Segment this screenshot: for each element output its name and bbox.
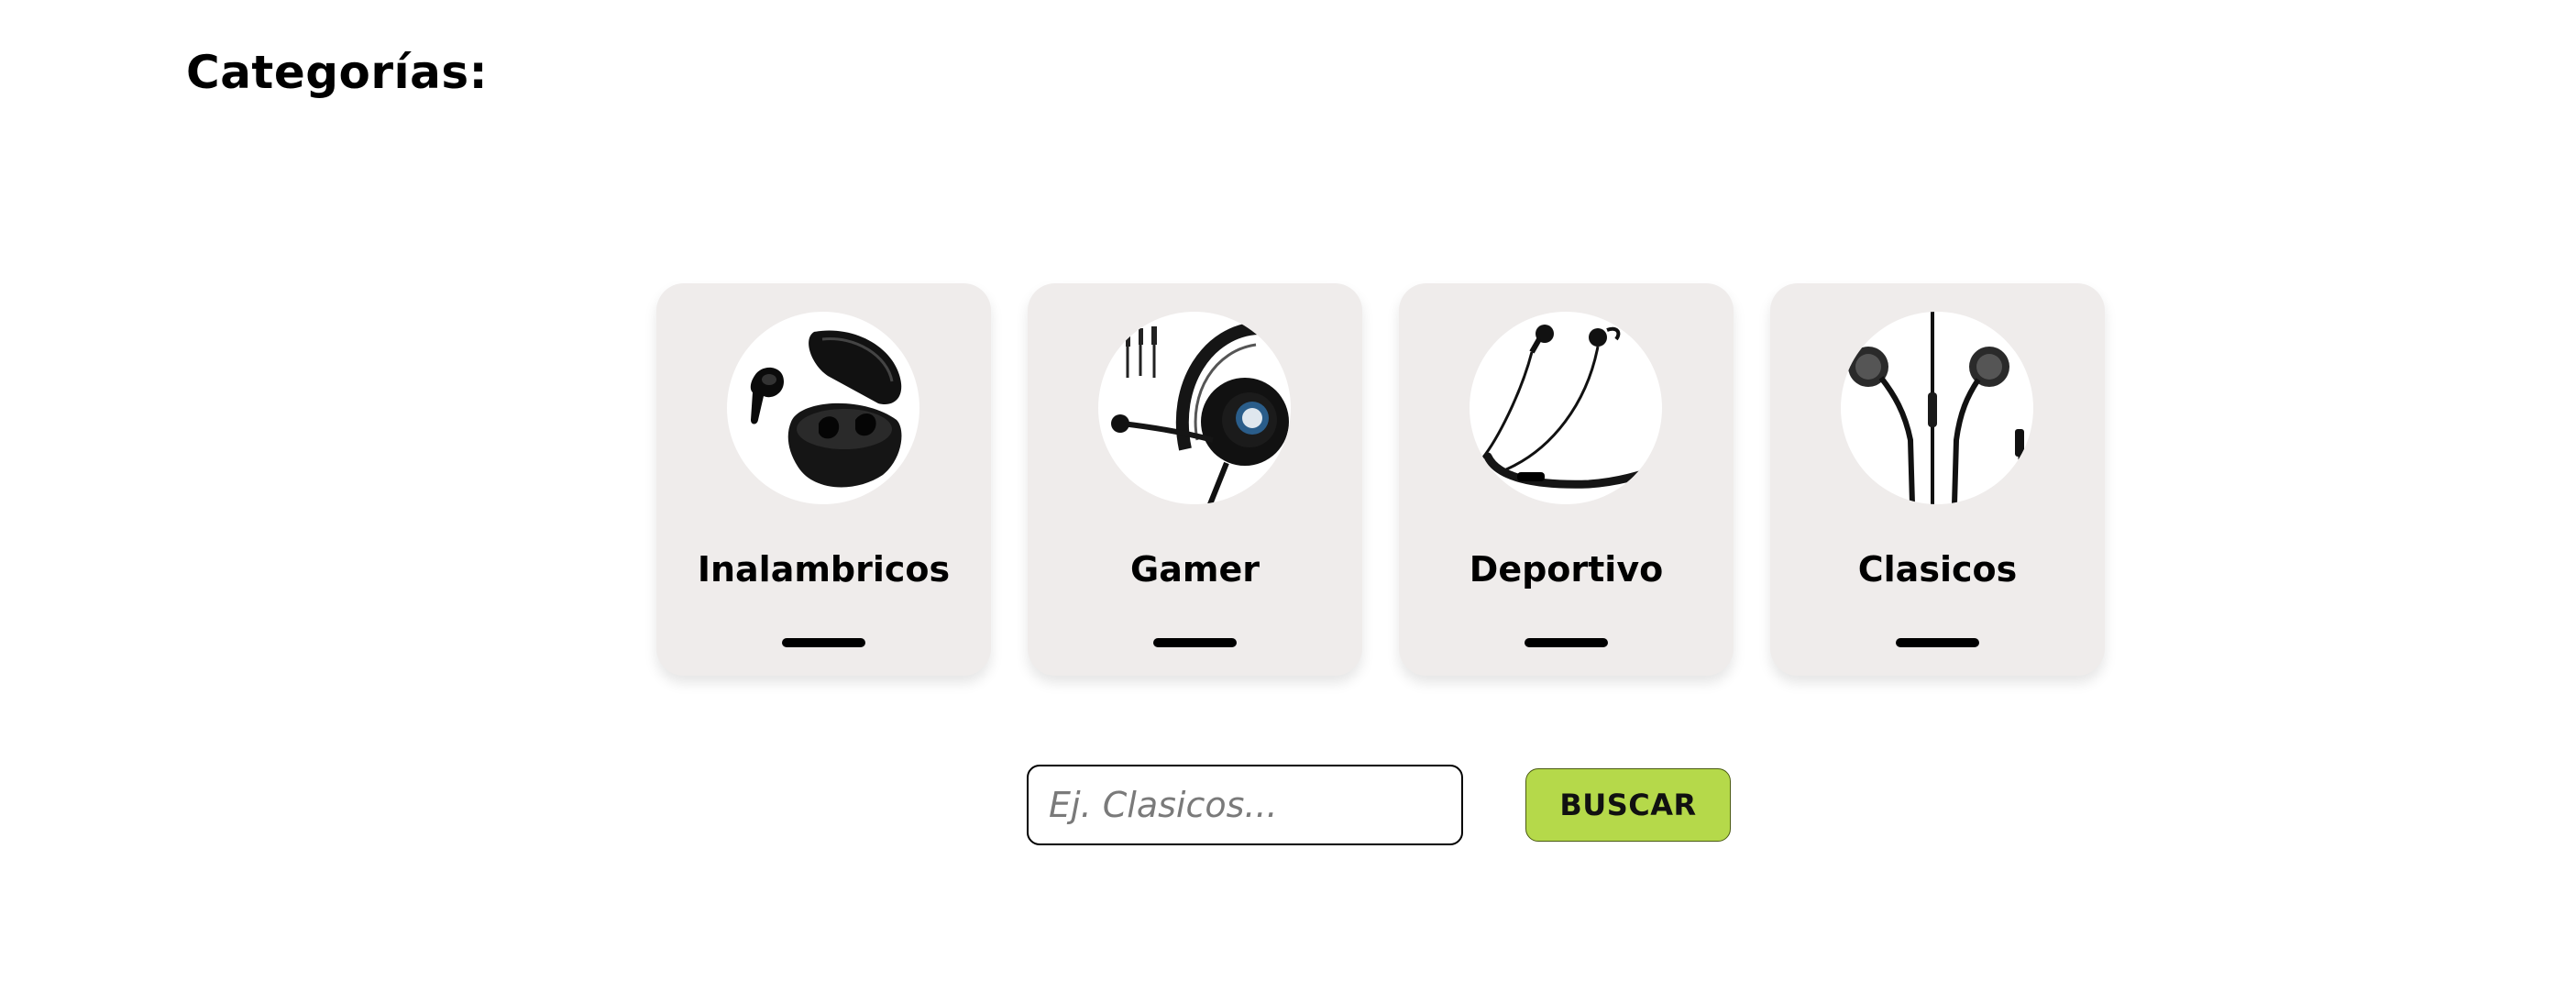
category-label: Clasicos bbox=[1857, 549, 2018, 590]
gaming-headset-icon bbox=[1111, 321, 1291, 504]
category-label: Deportivo bbox=[1469, 549, 1664, 590]
search-input[interactable] bbox=[1027, 765, 1463, 845]
page-title: Categorías: bbox=[186, 46, 489, 99]
category-image-clasicos bbox=[1841, 312, 2033, 504]
wireless-earbuds-icon bbox=[750, 330, 902, 488]
search-button[interactable]: BUSCAR bbox=[1525, 768, 1731, 842]
category-underline bbox=[1153, 638, 1237, 647]
category-card-clasicos[interactable]: Clasicos bbox=[1770, 283, 2105, 676]
category-card-gamer[interactable]: Gamer bbox=[1028, 283, 1362, 676]
category-cards: Inalambricos Gamer Deportivo Clasicos bbox=[656, 283, 2105, 676]
category-image-deportivo bbox=[1470, 312, 1662, 504]
category-underline bbox=[1896, 638, 1979, 647]
wired-earphones-icon bbox=[1848, 312, 2024, 504]
category-label: Inalambricos bbox=[697, 549, 951, 590]
page: Categorías: Inalambricos Gamer Deportivo… bbox=[0, 0, 2576, 981]
category-image-inalambricos bbox=[727, 312, 919, 504]
category-underline bbox=[782, 638, 865, 647]
category-image-gamer bbox=[1098, 312, 1291, 504]
category-card-deportivo[interactable]: Deportivo bbox=[1399, 283, 1734, 676]
sport-neckband-earphones-icon bbox=[1481, 325, 1662, 489]
category-label: Gamer bbox=[1130, 549, 1260, 590]
category-card-inalambricos[interactable]: Inalambricos bbox=[656, 283, 991, 676]
category-underline bbox=[1525, 638, 1608, 647]
